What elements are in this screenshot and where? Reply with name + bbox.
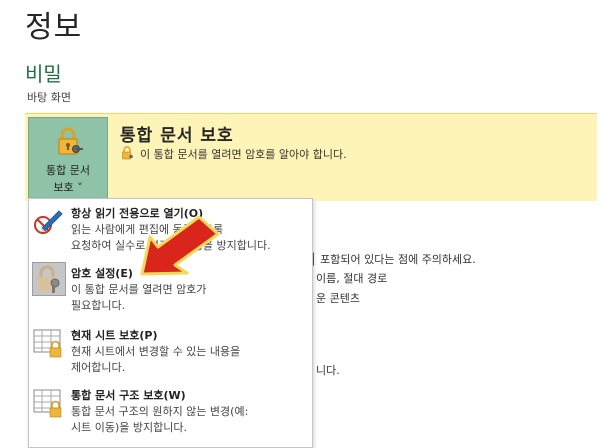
menu-item-protect-workbook-structure[interactable]: 통합 문서 구조 보호(W) 통합 문서 구조의 원하지 않는 변경(예: 시트 … <box>29 383 312 443</box>
menu-item-encrypt-with-password[interactable]: 암호 설정(E) 이 통합 문서를 열려면 암호가 필요합니다. <box>29 261 312 321</box>
menu-item-title: 현재 시트 보호(P) <box>71 329 158 342</box>
workbook-lock-icon <box>32 387 64 419</box>
protect-heading: 통합 문서 보호 <box>120 126 234 146</box>
lock-key-icon <box>32 263 64 295</box>
protect-button-label: 통합 문서 <box>46 164 90 177</box>
section-location: 바탕 화면 <box>27 91 71 104</box>
protect-workbook-button[interactable]: 통합 문서 보호 ˅ <box>28 117 108 199</box>
page-title: 정보 <box>25 10 83 45</box>
menu-item-desc: 이 통합 문서를 열려면 암호가 필요합니다. <box>71 283 207 312</box>
protect-workbook-menu: 항상 읽기 전용으로 열기(O) 읽는 사람에게 편집에 동록하도록 요청하여 실… <box>28 198 313 448</box>
pencil-no-icon <box>32 204 64 236</box>
menu-item-desc: 읽는 사람에게 편집에 동록하도록 요청하여 실수로 변경하는 경을 방지합니다. <box>71 223 271 252</box>
info-text: 니다. <box>316 364 340 377</box>
menu-item-protect-current-sheet[interactable]: 현재 시트 보호(P) 현재 시트에서 변경할 수 있는 내용을 제어합니다. <box>29 323 312 381</box>
sheet-lock-icon <box>32 327 64 359</box>
menu-item-desc: 현재 시트에서 변경할 수 있는 내용을 제어합니다. <box>71 345 241 374</box>
info-text: 이름, 절대 경로 <box>316 272 388 285</box>
protect-button-label-2: 보호 ˅ <box>53 181 83 194</box>
lock-key-icon <box>52 126 84 158</box>
menu-item-desc: 통합 문서 구조의 원하지 않는 변경(예: 시트 이동)을 방지합니다. <box>71 405 249 434</box>
info-text: 운 콘텐츠 <box>316 292 360 305</box>
info-text: │ 포함되어 있다는 점에 주의하세요. <box>310 253 476 266</box>
menu-item-title: 통합 문서 구조 보호(W) <box>71 389 186 402</box>
menu-item-title: 항상 읽기 전용으로 열기(O) <box>71 207 204 220</box>
protect-status: 이 통합 문서를 열려면 암호를 알아야 합니다. <box>120 146 347 162</box>
menu-item-always-open-read-only[interactable]: 항상 읽기 전용으로 열기(O) 읽는 사람에게 편집에 동록하도록 요청하여 실… <box>29 201 312 259</box>
menu-item-title: 암호 설정(E) <box>71 267 133 280</box>
section-title: 비밀 <box>25 62 62 86</box>
lock-key-icon <box>120 146 134 160</box>
protect-status-text: 이 통합 문서를 열려면 암호를 알아야 합니다. <box>140 148 347 161</box>
